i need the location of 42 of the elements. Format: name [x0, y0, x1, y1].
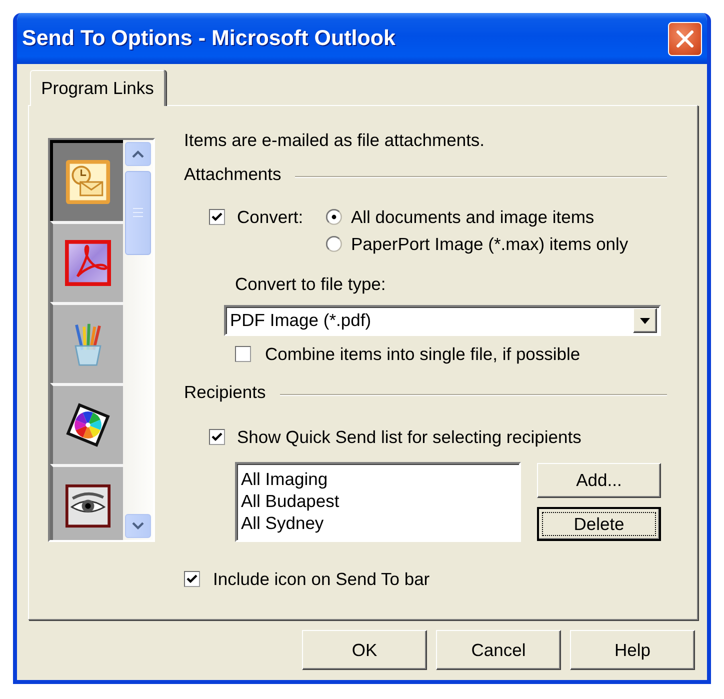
- list-item[interactable]: All Sydney: [241, 512, 515, 534]
- close-button[interactable]: [668, 22, 702, 56]
- radio-button[interactable]: [326, 209, 342, 225]
- add-button[interactable]: Add...: [537, 463, 661, 498]
- list-item[interactable]: All Imaging: [241, 468, 515, 490]
- radio-button[interactable]: [326, 236, 342, 252]
- checkbox[interactable]: [209, 429, 225, 445]
- chevron-down-icon: [132, 522, 144, 530]
- caret-down-icon: [640, 318, 650, 324]
- file-type-dropdown[interactable]: PDF Image (*.pdf): [224, 305, 661, 336]
- checkbox-label: Combine items into single file, if possible: [265, 344, 580, 364]
- recipients-listbox[interactable]: All Imaging All Budapest All Sydney: [235, 462, 521, 542]
- delete-button[interactable]: Delete: [537, 507, 661, 541]
- scrollbar-thumb[interactable]: [125, 171, 151, 255]
- section-heading: Recipients: [184, 382, 266, 402]
- radio-label: PaperPort Image (*.max) items only: [351, 234, 628, 254]
- list-item[interactable]: All Budapest: [241, 490, 515, 512]
- framed-symbol-icon: [65, 240, 111, 286]
- checkbox[interactable]: [235, 346, 251, 362]
- cancel-button[interactable]: Cancel: [436, 630, 561, 670]
- checkbox-label: Convert:: [237, 206, 304, 228]
- checkbox-label: Show Quick Send list for selecting recipients: [237, 427, 582, 447]
- field-label: Convert to file type:: [235, 274, 386, 294]
- program-item[interactable]: [50, 140, 123, 221]
- dropdown-button[interactable]: [633, 308, 657, 333]
- close-icon: [676, 30, 694, 48]
- help-button[interactable]: Help: [570, 630, 695, 670]
- checkbox[interactable]: [209, 209, 225, 225]
- scroll-up-button[interactable]: [125, 142, 151, 166]
- chevron-up-icon: [132, 150, 144, 158]
- section-heading: Attachments: [184, 164, 282, 184]
- scrollbar[interactable]: [123, 140, 153, 540]
- tab[interactable]: Program Links: [30, 70, 166, 106]
- scroll-down-button[interactable]: [125, 514, 151, 538]
- clock-envelope-icon: [65, 159, 111, 205]
- checkbox-label: Include icon on Send To bar: [213, 569, 430, 589]
- window-title: Send To Options - Microsoft Outlook: [22, 26, 396, 51]
- ok-button[interactable]: OK: [302, 630, 427, 670]
- checkbox[interactable]: [184, 571, 200, 587]
- description-text: Items are e-mailed as file attachments.: [184, 130, 485, 150]
- radio-label: All documents and image items: [351, 206, 594, 228]
- eye-icon: [65, 483, 111, 529]
